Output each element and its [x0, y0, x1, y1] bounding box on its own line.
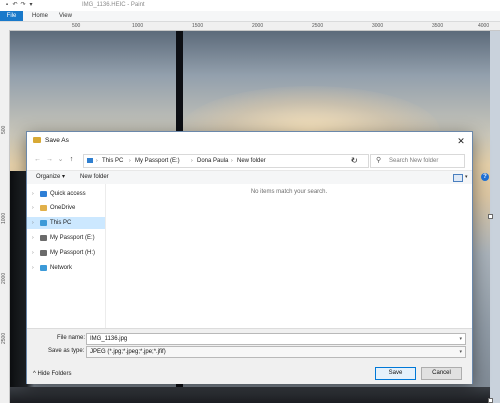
search-input[interactable]: ⚲ Search New folder: [370, 154, 465, 168]
tree-item-label: My Passport (E:): [50, 235, 95, 241]
chevron-right-icon[interactable]: ›: [32, 204, 34, 212]
breadcrumb-new-folder[interactable]: New folder: [237, 157, 266, 165]
ruler-label: 500: [72, 23, 81, 29]
file-name-label: File name:: [57, 335, 86, 341]
tab-file[interactable]: File: [0, 11, 23, 21]
ruler-label: 4000: [478, 23, 490, 29]
hide-folders-toggle[interactable]: ^ Hide Folders: [33, 370, 72, 378]
navigation-pane: › Quick access › OneDrive › This PC › My…: [27, 184, 106, 328]
ruler-label: 1000: [1, 212, 7, 224]
save-as-type-value: JPEG (*.jpg;*.jpeg;*.jpe;*.jfif): [90, 349, 166, 355]
dialog-title-bar: Save As ✕: [27, 132, 472, 150]
hide-folders-label: Hide Folders: [37, 371, 72, 377]
tree-item-label: Network: [50, 265, 73, 271]
save-as-dialog: Save As ✕ ← → ⌄ ↑ › This PC › My Passpor…: [26, 131, 489, 384]
recent-locations-icon[interactable]: ⌄: [56, 155, 65, 164]
file-name-field[interactable]: IMG_1136.jpg ▾: [86, 333, 466, 345]
vertical-ruler: 500 1000 2000 2500: [0, 30, 10, 403]
ruler-label: 2500: [1, 332, 7, 344]
file-list[interactable]: No items match your search.: [106, 184, 472, 328]
redo-icon[interactable]: ↷: [20, 2, 26, 8]
horizontal-ruler: 500 1000 1500 2000 2500 3000 3500 4000: [0, 22, 500, 31]
chevron-right-icon[interactable]: ›: [32, 190, 34, 198]
paint-title-bar: ▪ ↶ ↷ ▾ IMG_1136.HEIC - Paint: [0, 0, 500, 11]
chevron-right-icon: ›: [129, 158, 131, 164]
search-placeholder: Search New folder: [389, 158, 439, 164]
tree-item-quick-access[interactable]: › Quick access: [27, 188, 105, 200]
tree-item-label: OneDrive: [50, 205, 76, 211]
empty-message: No items match your search.: [250, 189, 328, 195]
chevron-down-icon[interactable]: ▾: [459, 348, 462, 356]
customize-icon[interactable]: ▾: [28, 2, 34, 8]
tree-item-label: Quick access: [50, 191, 86, 197]
forward-arrow-icon[interactable]: →: [45, 155, 54, 164]
tree-item-label: This PC: [50, 220, 72, 226]
view-options-icon[interactable]: [453, 174, 463, 182]
navigation-bar: ← → ⌄ ↑ › This PC › My Passport (E:) › D…: [27, 150, 472, 170]
network-icon: [40, 265, 47, 271]
dialog-title: Save As: [45, 137, 69, 144]
ruler-label: 2000: [1, 272, 7, 284]
save-button[interactable]: Save: [375, 367, 416, 380]
new-folder-button[interactable]: New folder: [80, 173, 109, 181]
chevron-right-icon: ›: [96, 158, 98, 164]
cancel-button[interactable]: Cancel: [421, 367, 462, 380]
save-options-panel: File name: IMG_1136.jpg ▾ Save as type: …: [27, 328, 472, 384]
folder-icon: [33, 137, 41, 143]
shoreline: [10, 387, 490, 403]
refresh-icon[interactable]: ↻: [350, 156, 359, 165]
computer-icon: [87, 158, 93, 163]
drive-icon: [40, 235, 47, 241]
folder-icon: [40, 205, 47, 211]
tree-item-onedrive[interactable]: › OneDrive: [27, 202, 105, 214]
breadcrumb-my-passport[interactable]: My Passport (E:): [135, 157, 180, 165]
chevron-down-icon[interactable]: ▾: [459, 335, 462, 343]
chevron-right-icon: ›: [191, 158, 193, 164]
canvas-resize-handle[interactable]: [488, 398, 493, 403]
address-bar[interactable]: › This PC › My Passport (E:) › Dona Paul…: [83, 154, 369, 168]
chevron-right-icon[interactable]: ›: [32, 264, 34, 272]
tree-item-my-passport-e[interactable]: › My Passport (E:): [27, 232, 105, 244]
help-icon[interactable]: ?: [481, 173, 489, 181]
ruler-label: 3000: [372, 23, 384, 29]
tree-item-network[interactable]: › Network: [27, 262, 105, 274]
computer-icon: [40, 220, 47, 226]
canvas-resize-handle[interactable]: [488, 214, 493, 219]
ruler-label: 500: [1, 125, 7, 134]
ruler-label: 3500: [432, 23, 444, 29]
tree-item-this-pc[interactable]: › This PC: [27, 217, 105, 229]
save-as-type-label: Save as type:: [48, 348, 85, 354]
breadcrumb-dona-paula[interactable]: Dona Paula: [197, 157, 228, 165]
tree-item-label: My Passport (H:): [50, 250, 96, 256]
chevron-right-icon[interactable]: ›: [32, 234, 34, 242]
save-as-type-select[interactable]: JPEG (*.jpg;*.jpeg;*.jpe;*.jfif) ▾: [86, 346, 466, 358]
tree-item-my-passport-h[interactable]: › My Passport (H:): [27, 247, 105, 259]
ruler-label: 1000: [132, 23, 144, 29]
close-icon[interactable]: ✕: [455, 135, 467, 147]
ribbon-tabs: File Home View: [0, 11, 500, 22]
up-arrow-icon[interactable]: ↑: [67, 155, 76, 164]
ruler-label: 1500: [192, 23, 204, 29]
undo-icon[interactable]: ↶: [12, 2, 18, 8]
window-title: IMG_1136.HEIC - Paint: [82, 2, 145, 8]
drive-icon: [40, 250, 47, 256]
chevron-right-icon: ›: [231, 158, 233, 164]
chevron-right-icon[interactable]: ›: [32, 219, 34, 227]
tab-home[interactable]: Home: [32, 11, 48, 21]
search-icon: ⚲: [376, 157, 382, 164]
save-icon[interactable]: ▪: [4, 2, 10, 8]
ruler-label: 2500: [312, 23, 324, 29]
command-bar: Organize ▾ New folder ▾ ?: [27, 170, 489, 185]
ruler-label: 2000: [252, 23, 264, 29]
chevron-right-icon[interactable]: ›: [32, 249, 34, 257]
tab-view[interactable]: View: [59, 11, 72, 21]
chevron-down-icon[interactable]: ▾: [465, 173, 468, 181]
organize-button[interactable]: Organize ▾: [36, 173, 65, 181]
star-icon: [40, 191, 47, 197]
file-name-value: IMG_1136.jpg: [90, 336, 128, 342]
breadcrumb-this-pc[interactable]: This PC: [102, 157, 123, 165]
back-arrow-icon[interactable]: ←: [33, 155, 42, 164]
